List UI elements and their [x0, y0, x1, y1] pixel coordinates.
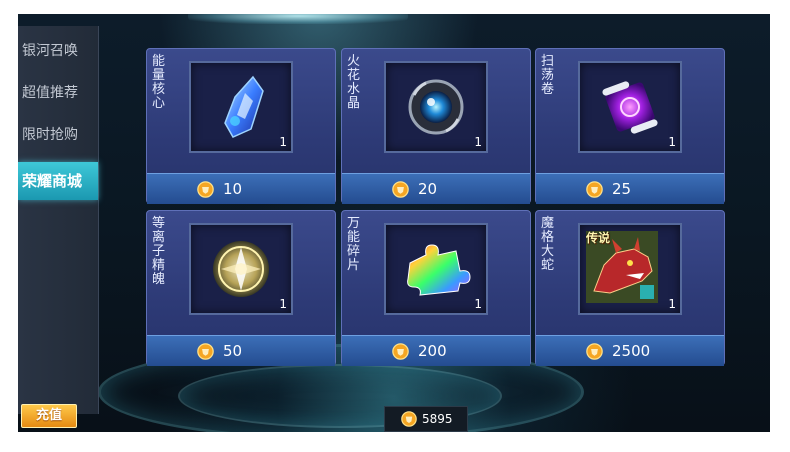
- item-price: 25: [612, 180, 632, 198]
- item-quantity: 1: [279, 135, 287, 149]
- balance-amount: 5895: [422, 412, 453, 426]
- item-name: 能量核心: [152, 54, 166, 111]
- honor-shop-screen: 银河召唤 超值推荐 限时抢购 荣耀商城 充值 能量核心 1 10 火花水晶 1 …: [18, 14, 770, 432]
- currency-balance: 5895: [384, 406, 468, 432]
- item-name: 扫荡卷: [541, 54, 555, 97]
- item-quantity: 1: [474, 135, 482, 149]
- price-bar: 200: [342, 335, 530, 366]
- price-bar: 10: [147, 173, 335, 204]
- price-bar: 50: [147, 335, 335, 366]
- shop-sidebar: 银河召唤 超值推荐 限时抢购 荣耀商城: [18, 26, 99, 414]
- plasma-spirit-icon: [213, 241, 269, 297]
- sidebar-item-value-recommend[interactable]: 超值推荐: [18, 74, 98, 112]
- price-bar: 20: [342, 173, 530, 204]
- spark-crystal-icon: [408, 79, 464, 135]
- honor-coin-icon: [392, 343, 409, 360]
- item-name: 火花水晶: [347, 54, 361, 111]
- shop-item-card[interactable]: 等离子精魄 1 50: [146, 210, 336, 366]
- shop-item-card[interactable]: 魔格大蛇 传说 1 2500: [535, 210, 725, 366]
- item-quantity: 1: [279, 297, 287, 311]
- item-price: 2500: [612, 342, 651, 360]
- item-icon-frame: 1: [384, 223, 488, 315]
- universal-fragment-icon: [407, 244, 471, 296]
- item-quantity: 1: [668, 135, 676, 149]
- item-name: 等离子精魄: [152, 216, 166, 287]
- item-quantity: 1: [668, 297, 676, 311]
- ceiling-light: [188, 14, 408, 24]
- item-name: 魔格大蛇: [541, 216, 555, 273]
- shop-item-card[interactable]: 扫荡卷 1 25: [535, 48, 725, 204]
- honor-coin-icon: [392, 181, 409, 198]
- item-price: 200: [418, 342, 447, 360]
- honor-coin-icon: [197, 343, 214, 360]
- legendary-badge: 传说: [586, 231, 611, 245]
- shop-item-card[interactable]: 火花水晶 1 20: [341, 48, 531, 204]
- item-price: 10: [223, 180, 243, 198]
- shop-item-card[interactable]: 万能碎片 1 200: [341, 210, 531, 366]
- price-bar: 25: [536, 173, 724, 204]
- energy-core-icon: [224, 75, 264, 138]
- shop-item-card[interactable]: 能量核心 1 10: [146, 48, 336, 204]
- sidebar-item-flash-sale[interactable]: 限时抢购: [18, 116, 98, 154]
- item-price: 50: [223, 342, 243, 360]
- item-icon-frame: 1: [384, 61, 488, 153]
- honor-coin-icon: [197, 181, 214, 198]
- item-icon-frame: 1: [189, 61, 293, 153]
- item-name: 万能碎片: [347, 216, 361, 273]
- honor-coin-icon: [586, 343, 603, 360]
- item-quantity: 1: [474, 297, 482, 311]
- item-icon-frame: 1: [578, 61, 682, 153]
- honor-coin-icon: [401, 411, 417, 427]
- sidebar-item-honor-shop[interactable]: 荣耀商城: [18, 162, 98, 200]
- sweep-scroll-icon: [602, 81, 658, 134]
- sidebar-item-galaxy-summon[interactable]: 银河召唤: [18, 32, 98, 70]
- item-icon-frame: 传说 1: [578, 223, 682, 315]
- recharge-button[interactable]: 充值: [21, 404, 77, 428]
- honor-coin-icon: [586, 181, 603, 198]
- price-bar: 2500: [536, 335, 724, 366]
- item-price: 20: [418, 180, 438, 198]
- item-icon-frame: 1: [189, 223, 293, 315]
